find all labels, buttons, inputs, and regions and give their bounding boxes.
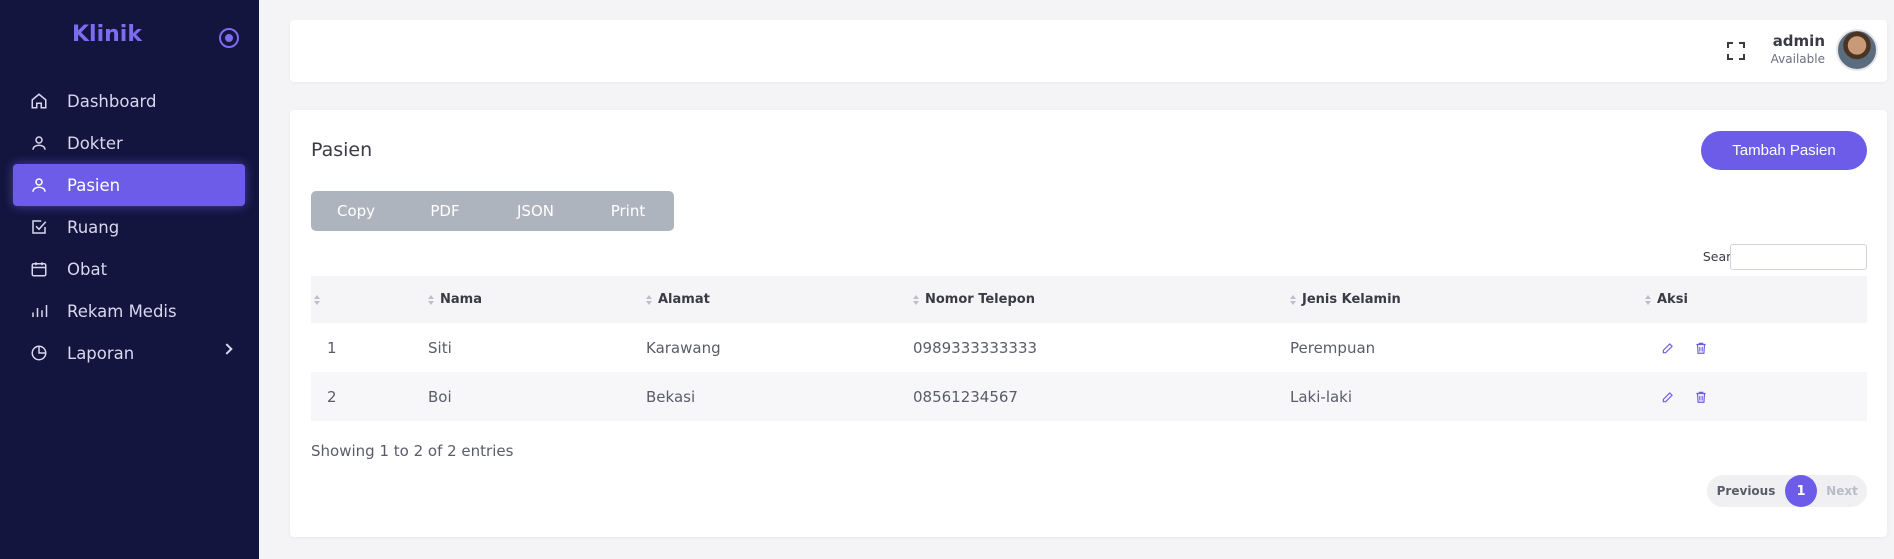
sort-icon — [428, 294, 434, 305]
sidebar-item-label: Ruang — [67, 217, 120, 237]
fullscreen-icon[interactable] — [1727, 42, 1745, 60]
sidebar-item-obat[interactable]: Obat — [13, 248, 245, 290]
sidebar-toggle-icon[interactable] — [219, 28, 239, 48]
sidebar-item-label: Rekam Medis — [67, 301, 177, 321]
cell-number: 2 — [311, 372, 428, 421]
table-row: 2 Boi Bekasi 08561234567 Laki-laki — [311, 372, 1867, 421]
avatar[interactable] — [1836, 29, 1878, 71]
trash-icon[interactable] — [1694, 390, 1708, 404]
sidebar-item-label: Dokter — [67, 133, 123, 153]
trash-icon[interactable] — [1694, 341, 1708, 355]
json-button[interactable]: JSON — [489, 191, 582, 231]
home-icon — [29, 91, 49, 111]
cell-jenis-kelamin: Perempuan — [1290, 323, 1645, 372]
user-status: Available — [1770, 52, 1825, 66]
calendar-icon — [29, 259, 49, 279]
column-header-number[interactable] — [311, 276, 428, 323]
page-title: Pasien — [311, 139, 373, 161]
sidebar-nav: Dashboard Dokter Pasien Ruang Obat Rekam… — [13, 80, 245, 374]
column-header-aksi[interactable]: Aksi — [1645, 276, 1867, 323]
bar-chart-icon — [29, 301, 49, 321]
cell-number: 1 — [311, 323, 428, 372]
cell-nomor-telepon: 0989333333333 — [913, 323, 1290, 372]
print-button[interactable]: Print — [582, 191, 674, 231]
sidebar-item-dokter[interactable]: Dokter — [13, 122, 245, 164]
sidebar-item-pasien[interactable]: Pasien — [13, 164, 245, 206]
sidebar-item-label: Laporan — [67, 343, 135, 363]
sidebar: Klinik Dashboard Dokter Pasien Ruang Oba… — [0, 0, 259, 559]
sort-icon — [1645, 294, 1651, 305]
patients-table: Nama Alamat Nomor Telepon Jenis Kelamin … — [311, 276, 1867, 421]
column-header-nomor-telepon[interactable]: Nomor Telepon — [913, 276, 1290, 323]
sort-icon — [1290, 294, 1296, 305]
entries-info: Showing 1 to 2 of 2 entries — [311, 442, 514, 460]
cell-alamat: Bekasi — [646, 372, 913, 421]
sidebar-item-rekam-medis[interactable]: Rekam Medis — [13, 290, 245, 332]
pagination: Previous 1 Next — [1707, 475, 1867, 507]
user-name[interactable]: admin — [1773, 32, 1825, 50]
pie-chart-icon — [29, 343, 49, 363]
cell-aksi — [1645, 372, 1867, 421]
top-navbar: admin Available — [290, 20, 1887, 82]
column-header-alamat[interactable]: Alamat — [646, 276, 913, 323]
checkbox-icon — [29, 217, 49, 237]
sidebar-item-label: Dashboard — [67, 91, 157, 111]
sidebar-item-label: Obat — [67, 259, 108, 279]
chevron-right-icon — [221, 343, 233, 355]
sidebar-item-dashboard[interactable]: Dashboard — [13, 80, 245, 122]
sidebar-item-laporan[interactable]: Laporan — [13, 332, 245, 374]
search-input[interactable] — [1730, 244, 1867, 270]
table-row: 1 Siti Karawang 0989333333333 Perempuan — [311, 323, 1867, 372]
page-1-button[interactable]: 1 — [1785, 475, 1817, 507]
previous-page-button[interactable]: Previous — [1707, 484, 1785, 498]
cell-alamat: Karawang — [646, 323, 913, 372]
next-page-button[interactable]: Next — [1817, 484, 1867, 498]
column-header-jenis-kelamin[interactable]: Jenis Kelamin — [1290, 276, 1645, 323]
edit-icon[interactable] — [1661, 341, 1675, 355]
pdf-button[interactable]: PDF — [401, 191, 489, 231]
patients-card: Pasien Tambah Pasien Copy PDF JSON Print… — [290, 110, 1887, 537]
cell-jenis-kelamin: Laki-laki — [1290, 372, 1645, 421]
sort-icon — [646, 294, 652, 305]
cell-nama: Siti — [428, 323, 646, 372]
sidebar-item-label: Pasien — [67, 175, 121, 195]
user-icon — [29, 175, 49, 195]
copy-button[interactable]: Copy — [311, 191, 401, 231]
sidebar-item-ruang[interactable]: Ruang — [13, 206, 245, 248]
user-icon — [29, 133, 49, 153]
sort-icon — [314, 294, 320, 305]
brand-logo[interactable]: Klinik — [72, 22, 142, 47]
cell-aksi — [1645, 323, 1867, 372]
export-button-group: Copy PDF JSON Print — [311, 191, 674, 231]
column-header-nama[interactable]: Nama — [428, 276, 646, 323]
sort-icon — [913, 294, 919, 305]
cell-nomor-telepon: 08561234567 — [913, 372, 1290, 421]
cell-nama: Boi — [428, 372, 646, 421]
add-patient-button[interactable]: Tambah Pasien — [1701, 131, 1867, 170]
edit-icon[interactable] — [1661, 390, 1675, 404]
